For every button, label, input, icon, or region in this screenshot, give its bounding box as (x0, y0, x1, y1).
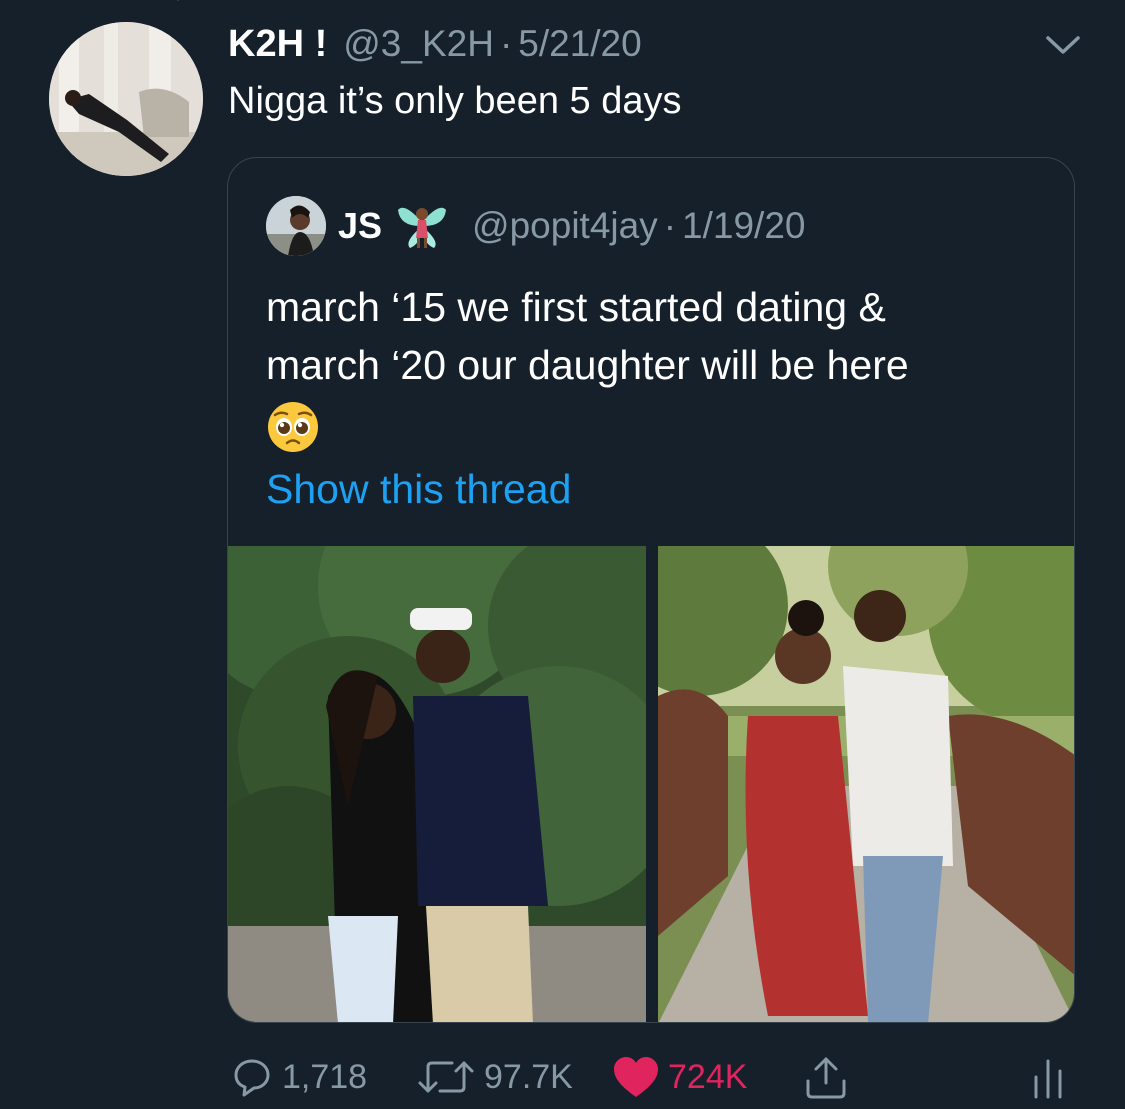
quoted-display-name[interactable]: JS (338, 205, 382, 247)
quoted-header: JS @popit4jay · 1/19/20 (338, 202, 806, 250)
action-bar: 1,718 97.7K 724K (228, 1050, 1078, 1104)
like-button[interactable]: 724K (612, 1050, 747, 1104)
retweet-button[interactable]: 97.7K (416, 1050, 573, 1104)
reply-count: 1,718 (282, 1057, 368, 1096)
tweet-page: K2H ! @3_K2H · 5/21/20 Nigga it’s only b… (0, 0, 1125, 1109)
quoted-text-line-2: march ‘20 our daughter will be here (266, 342, 909, 388)
analytics-icon (1034, 1059, 1062, 1099)
quoted-text: march ‘15 we first started dating & marc… (266, 278, 1056, 454)
fairy-emoji-icon (398, 207, 447, 248)
quoted-date[interactable]: 1/19/20 (682, 205, 805, 247)
header-separator: · (499, 23, 513, 64)
retweet-count: 97.7K (484, 1057, 573, 1096)
share-button[interactable] (802, 1050, 850, 1104)
chevron-down-icon[interactable] (1044, 30, 1082, 60)
quoted-handle[interactable]: @popit4jay (472, 205, 658, 247)
quoted-separator: · (663, 205, 677, 246)
quoted-author-avatar[interactable] (266, 196, 326, 256)
heart-icon (614, 1057, 658, 1097)
quoted-photo-1[interactable] (228, 546, 646, 1022)
reply-icon (234, 1059, 270, 1097)
thread-connector (172, 0, 184, 2)
tweet-header: K2H ! @3_K2H · 5/21/20 (228, 22, 642, 66)
author-avatar[interactable] (49, 22, 203, 176)
quoted-photo-grid (228, 546, 1074, 1022)
analytics-button[interactable] (1028, 1050, 1068, 1104)
tweet-text: Nigga it’s only been 5 days (228, 80, 682, 122)
quoted-text-line-1: march ‘15 we first started dating & (266, 284, 886, 330)
like-count: 724K (668, 1057, 748, 1096)
retweet-icon (418, 1061, 474, 1093)
share-icon (806, 1057, 846, 1099)
quoted-photo-2[interactable] (658, 546, 1074, 1022)
quoted-tweet[interactable]: JS @popit4jay · 1/19/20 march ‘15 we fir… (227, 157, 1075, 1023)
reply-button[interactable]: 1,718 (230, 1050, 367, 1104)
author-handle[interactable]: @3_K2H (343, 23, 494, 65)
pleading-face-emoji-icon (268, 402, 318, 452)
tweet-date[interactable]: 5/21/20 (518, 23, 641, 65)
show-thread-link[interactable]: Show this thread (266, 466, 571, 513)
author-display-name[interactable]: K2H ! (228, 23, 327, 66)
